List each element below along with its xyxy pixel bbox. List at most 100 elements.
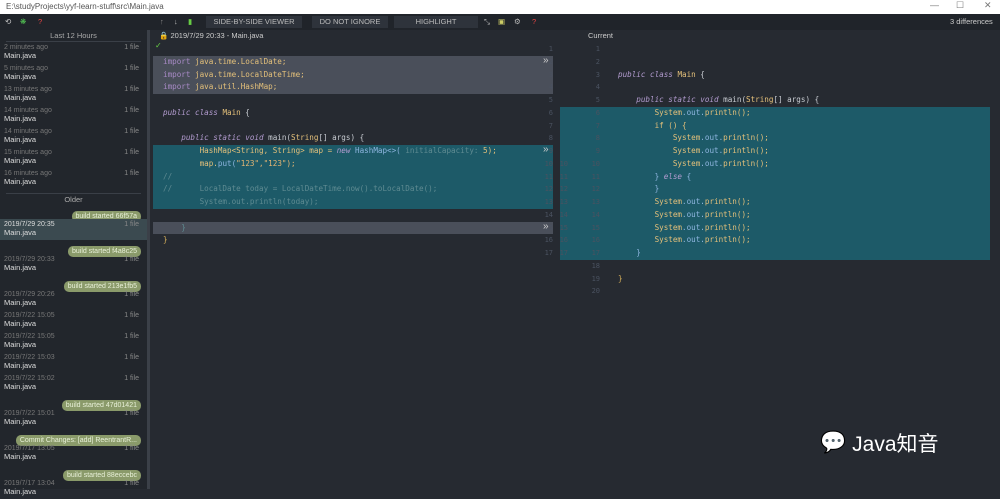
- code-token: initialCapacity:: [400, 146, 484, 155]
- sync-scroll-icon[interactable]: ▣: [498, 16, 505, 28]
- code-token: System.out.println(today);: [163, 197, 319, 206]
- history-item[interactable]: 2019/7/22 15:05 Main.java 1 file: [0, 331, 147, 352]
- code-token: {: [682, 171, 692, 181]
- history-item[interactable]: 2019/7/17 13:05 Main.java 1 file: [0, 443, 147, 464]
- history-count: 1 file: [124, 312, 139, 319]
- history-file: Main.java: [4, 319, 37, 328]
- history-item[interactable]: 2019/7/22 15:01 Main.java 1 file: [0, 408, 147, 429]
- right-editor[interactable]: Current 1 2 public class Main {3 4 public s…: [560, 30, 1000, 489]
- code-line: }: [618, 183, 660, 196]
- history-item[interactable]: 16 minutes ago Main.java 1 file: [0, 168, 147, 189]
- history-time: 14 minutes ago: [4, 107, 52, 114]
- history-count: 1 file: [124, 107, 139, 114]
- history-item[interactable]: 14 minutes ago Main.java 1 file: [0, 126, 147, 147]
- code-token: System: [618, 146, 701, 155]
- collapse-icon[interactable]: ⤡: [484, 16, 490, 28]
- code-token: {: [700, 69, 705, 79]
- history-count: 1 file: [124, 410, 139, 417]
- line-number: 15: [591, 223, 600, 232]
- code-line: HashMap<String, String> map = new HashMa…: [163, 145, 497, 158]
- history-item[interactable]: 13 minutes ago Main.java 1 file: [0, 84, 147, 105]
- history-file: Main.java: [4, 361, 37, 370]
- code-line: import java.time.LocalDateTime;: [163, 69, 305, 82]
- code-line: //: [163, 171, 172, 184]
- line-number: 12: [591, 185, 600, 194]
- commit-badge[interactable]: build started 213e1fb5: [0, 275, 147, 292]
- diff-highlight: [153, 221, 553, 235]
- history-file: Main.java: [4, 114, 37, 123]
- history-time: 2019/7/22 15:02: [4, 375, 55, 382]
- apply-change-arrow[interactable]: »: [543, 221, 549, 232]
- line-number: 20: [591, 287, 600, 296]
- settings-icon[interactable]: ⚙: [514, 16, 521, 28]
- tree-icon[interactable]: ❋: [20, 16, 26, 28]
- history-item[interactable]: 2 minutes ago Main.java 1 file: [0, 42, 147, 63]
- history-file: Main.java: [4, 177, 37, 186]
- line-number: 9: [595, 147, 600, 155]
- history-item[interactable]: 2019/7/22 15:02 Main.java 1 file: [0, 373, 147, 394]
- line-number: 2: [595, 57, 600, 66]
- line-number: 4: [595, 83, 600, 92]
- code-line: System.out.println();: [618, 209, 751, 222]
- code-line: import java.time.LocalDate;: [163, 56, 286, 69]
- history-item[interactable]: 5 minutes ago Main.java 1 file: [0, 63, 147, 84]
- prev-diff-icon[interactable]: ↑: [160, 16, 164, 28]
- code-token: System: [618, 222, 683, 232]
- help-icon[interactable]: ?: [38, 16, 42, 28]
- history-item[interactable]: 2019/7/29 20:33 Main.java 1 file: [0, 254, 147, 275]
- history-file: Main.java: [4, 156, 37, 165]
- code-token: {: [245, 107, 250, 117]
- code-token: println();: [704, 107, 751, 117]
- differences-count: 3 differences: [950, 17, 993, 26]
- history-item[interactable]: 2019/7/22 15:03 Main.java 1 file: [0, 352, 147, 373]
- code-token: Main: [222, 107, 246, 117]
- history-icon[interactable]: ⟲: [5, 16, 11, 28]
- code-token: }: [163, 235, 168, 245]
- code-line: System.out.println();: [618, 158, 769, 171]
- commit-badge[interactable]: build started f4a8c25: [0, 240, 147, 257]
- highlight-dropdown[interactable]: HIGHLIGHT WORDS▾: [394, 16, 478, 38]
- history-file: Main.java: [4, 452, 37, 461]
- check-icon: ✓: [155, 41, 162, 50]
- left-editor[interactable]: 🔒 2019/7/29 20:33 - Main.java ✓ 1 import …: [153, 30, 560, 489]
- code-token: 5);: [483, 146, 497, 155]
- history-item[interactable]: 15 minutes ago Main.java 1 file: [0, 147, 147, 168]
- code-token: // LocalDate today = LocalDateTime.now()…: [163, 184, 438, 194]
- history-item[interactable]: 2019/7/29 20:35 Main.java 1 file: [0, 219, 147, 240]
- code-token: new: [336, 146, 356, 155]
- ignore-dropdown[interactable]: DO NOT IGNORE ▾: [312, 16, 388, 38]
- code-line: map.put("123","123");: [163, 158, 296, 171]
- close-button[interactable]: ✕: [984, 0, 992, 11]
- code-token: [] args) {: [318, 133, 365, 143]
- code-token: .out.: [700, 146, 724, 155]
- left-line-number: 17: [559, 249, 568, 257]
- code-token: //: [163, 171, 173, 181]
- apply-change-arrow[interactable]: »: [543, 55, 549, 66]
- commit-badge[interactable]: Commit Changes: [add] ReentrantR...: [0, 429, 147, 446]
- maximize-button[interactable]: ☐: [956, 0, 964, 11]
- title-text: E:\studyProjects\yyf-learn-stuff\src\Mai…: [6, 2, 164, 11]
- line-number: 5: [548, 96, 553, 104]
- history-item[interactable]: 2019/7/22 15:05 Main.java 1 file: [0, 310, 147, 331]
- commit-badge[interactable]: build started 66f57a: [0, 205, 147, 222]
- history-file: Main.java: [4, 72, 37, 81]
- code-token: println();: [723, 133, 769, 143]
- code-token: }: [618, 273, 623, 283]
- file-icon[interactable]: ▮: [188, 16, 192, 28]
- code-line: import java.util.HashMap;: [163, 81, 277, 94]
- history-item[interactable]: 2019/7/29 20:26 Main.java 1 file: [0, 289, 147, 310]
- code-line: System.out.println();: [618, 132, 769, 145]
- line-number: 16: [591, 236, 600, 245]
- next-diff-icon[interactable]: ↓: [174, 16, 178, 28]
- history-time: 2 minutes ago: [4, 44, 48, 51]
- viewer-dropdown[interactable]: SIDE-BY-SIDE VIEWER ▾: [206, 16, 302, 38]
- left-header-text: 2019/7/29 20:33 - Main.java: [170, 31, 264, 40]
- apply-change-arrow[interactable]: »: [543, 144, 549, 155]
- help-icon-2[interactable]: ?: [532, 16, 536, 28]
- commit-badge[interactable]: build started 88eccebc: [0, 464, 147, 481]
- history-item[interactable]: 14 minutes ago Main.java 1 file: [0, 105, 147, 126]
- code-token: .out.: [700, 133, 724, 143]
- history-file: Main.java: [4, 340, 37, 349]
- minimize-button[interactable]: —: [930, 0, 939, 10]
- commit-badge[interactable]: build started 47d01421: [0, 394, 147, 411]
